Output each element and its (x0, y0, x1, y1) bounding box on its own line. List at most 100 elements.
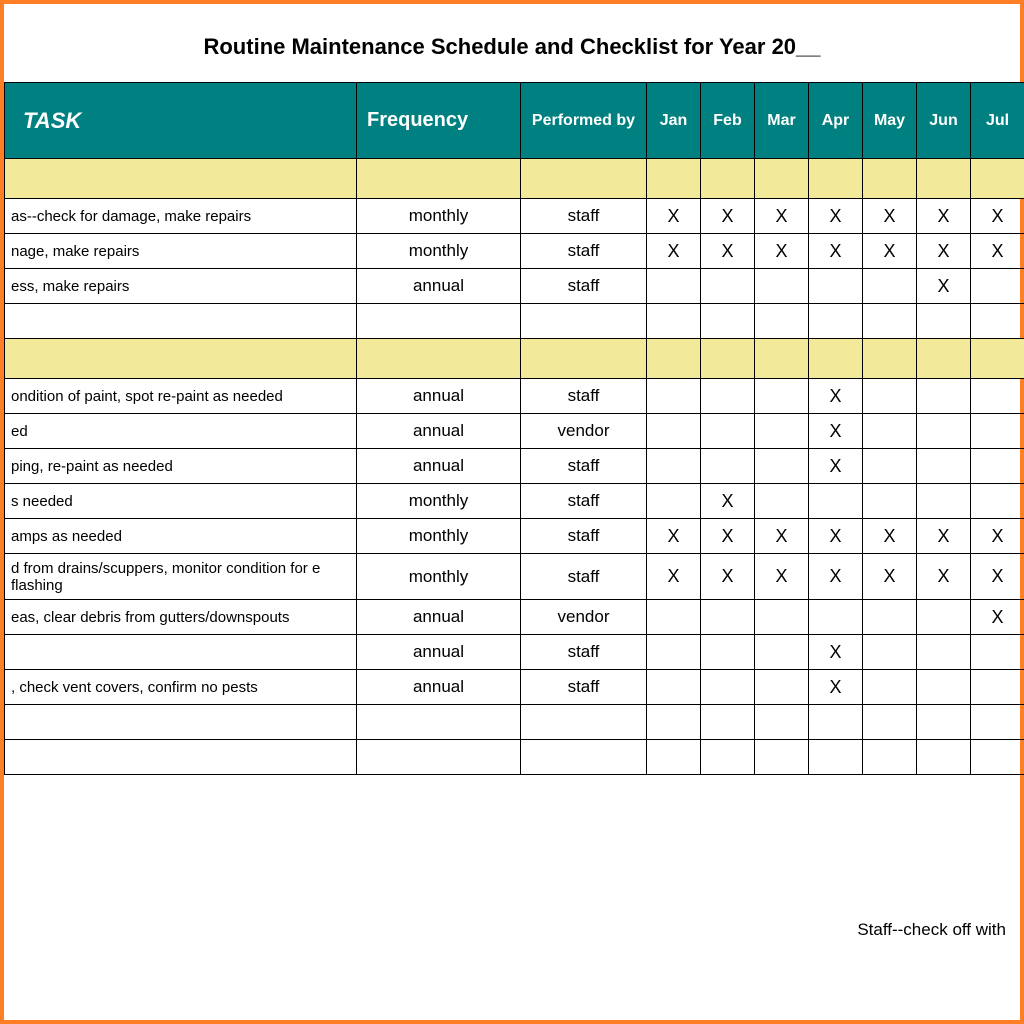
divider-cell (971, 159, 1024, 199)
divider-cell (863, 339, 917, 379)
performed-by-cell: staff (521, 635, 647, 670)
month-cell (971, 740, 1024, 775)
task-cell: , check vent covers, confirm no pests (5, 670, 357, 705)
header-row: TASK Frequency Performed by Jan Feb Mar … (5, 83, 1024, 159)
month-cell (701, 635, 755, 670)
month-cell: X (809, 670, 863, 705)
month-cell (917, 414, 971, 449)
month-cell (971, 484, 1024, 519)
table-row: amps as neededmonthlystaffXXXXXXX (5, 519, 1024, 554)
month-cell (755, 635, 809, 670)
month-cell (917, 670, 971, 705)
divider-cell (5, 159, 357, 199)
month-cell (917, 705, 971, 740)
table-row: s neededmonthlystaffX (5, 484, 1024, 519)
frequency-cell: annual (357, 414, 521, 449)
task-cell: ed (5, 414, 357, 449)
month-cell (863, 600, 917, 635)
performed-by-cell: vendor (521, 414, 647, 449)
month-cell (917, 600, 971, 635)
month-cell (971, 635, 1024, 670)
frequency-cell: monthly (357, 199, 521, 234)
header-frequency: Frequency (357, 83, 521, 159)
month-cell (755, 449, 809, 484)
month-cell (701, 600, 755, 635)
frequency-cell: annual (357, 449, 521, 484)
table-row: annualstaffX (5, 635, 1024, 670)
task-cell (5, 740, 357, 775)
task-cell: as--check for damage, make repairs (5, 199, 357, 234)
table-row: eas, clear debris from gutters/downspout… (5, 600, 1024, 635)
task-cell: ess, make repairs (5, 269, 357, 304)
month-cell: X (701, 519, 755, 554)
month-cell (863, 484, 917, 519)
month-cell (755, 269, 809, 304)
frequency-cell: monthly (357, 234, 521, 269)
month-cell (971, 269, 1024, 304)
header-month: Jun (917, 83, 971, 159)
month-cell (647, 269, 701, 304)
header-month: Mar (755, 83, 809, 159)
month-cell: X (863, 554, 917, 600)
month-cell: X (701, 199, 755, 234)
table-row: as--check for damage, make repairsmonthl… (5, 199, 1024, 234)
month-cell (755, 379, 809, 414)
divider-cell (701, 159, 755, 199)
header-month: Feb (701, 83, 755, 159)
month-cell (647, 600, 701, 635)
month-cell (755, 670, 809, 705)
performed-by-cell: staff (521, 269, 647, 304)
month-cell: X (701, 554, 755, 600)
month-cell (755, 705, 809, 740)
divider-cell (755, 159, 809, 199)
divider-cell (809, 339, 863, 379)
month-cell (755, 600, 809, 635)
table-row (5, 705, 1024, 740)
divider-cell (917, 339, 971, 379)
month-cell (809, 740, 863, 775)
divider-cell (863, 159, 917, 199)
month-cell (701, 269, 755, 304)
month-cell (971, 414, 1024, 449)
month-cell: X (971, 234, 1024, 269)
month-cell (917, 449, 971, 484)
month-cell (701, 304, 755, 339)
table-row: edannualvendorX (5, 414, 1024, 449)
month-cell (647, 705, 701, 740)
month-cell (647, 449, 701, 484)
performed-by-cell (521, 740, 647, 775)
divider-cell (701, 339, 755, 379)
month-cell: X (917, 269, 971, 304)
month-cell (701, 379, 755, 414)
footer-note: Staff--check off with (857, 920, 1006, 940)
divider-cell (809, 159, 863, 199)
section-divider (5, 159, 1024, 199)
month-cell (971, 705, 1024, 740)
table-row: ondition of paint, spot re-paint as need… (5, 379, 1024, 414)
month-cell (755, 304, 809, 339)
table-row: ping, re-paint as neededannualstaffX (5, 449, 1024, 484)
frequency-cell: annual (357, 600, 521, 635)
frequency-cell (357, 705, 521, 740)
header-month: May (863, 83, 917, 159)
month-cell (971, 449, 1024, 484)
table-row: d from drains/scuppers, monitor conditio… (5, 554, 1024, 600)
frequency-cell: monthly (357, 519, 521, 554)
month-cell (701, 740, 755, 775)
task-cell (5, 705, 357, 740)
frequency-cell: monthly (357, 554, 521, 600)
month-cell (863, 269, 917, 304)
divider-cell (917, 159, 971, 199)
month-cell: X (647, 519, 701, 554)
frequency-cell: annual (357, 379, 521, 414)
frequency-cell (357, 740, 521, 775)
month-cell: X (917, 234, 971, 269)
month-cell: X (755, 199, 809, 234)
table-row (5, 304, 1024, 339)
month-cell: X (809, 519, 863, 554)
month-cell: X (863, 234, 917, 269)
month-cell: X (809, 379, 863, 414)
month-cell (917, 635, 971, 670)
header-month: Jul (971, 83, 1024, 159)
performed-by-cell (521, 304, 647, 339)
